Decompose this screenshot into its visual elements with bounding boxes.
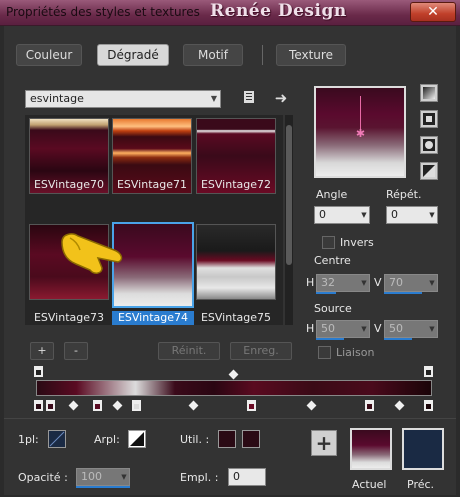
title-bar: Propriétés des styles et textures Renée …: [0, 0, 460, 26]
center-label: Centre: [314, 254, 351, 267]
arpl-label: Arpl:: [94, 433, 120, 446]
link-checkbox[interactable]: [318, 346, 331, 359]
color-stop-1[interactable]: [33, 399, 44, 412]
divider: [4, 418, 456, 419]
watermark: Renée Design: [210, 1, 347, 21]
chevron-down-icon: ▼: [210, 94, 217, 103]
angle-value: 0: [319, 208, 326, 221]
arpl-swatch[interactable]: [128, 430, 146, 448]
center-v-slider[interactable]: [384, 292, 422, 294]
source-h-spinner[interactable]: 50 ▼: [316, 320, 370, 338]
color-stop-2[interactable]: [45, 399, 56, 412]
opacity-stop-right[interactable]: [423, 365, 434, 378]
one-pl-label: 1pl:: [18, 433, 39, 446]
remove-gradient-button[interactable]: -: [64, 342, 88, 360]
source-h-slider[interactable]: [316, 338, 344, 340]
opacity-stop-left[interactable]: [33, 365, 44, 378]
util-label: Util. :: [180, 433, 210, 446]
repeat-label: Répét.: [386, 188, 422, 201]
center-h-slider[interactable]: [316, 292, 336, 294]
center-v-label: V: [374, 276, 382, 289]
gradient-label-71: ESVintage71: [116, 178, 188, 191]
actual-label: Actuel: [352, 478, 387, 491]
gradient-scrollbar[interactable]: [285, 115, 293, 325]
save-button[interactable]: Enreg.: [230, 342, 292, 360]
color-stop-4[interactable]: [131, 399, 142, 412]
close-button[interactable]: ✕: [410, 2, 456, 22]
tab-motif[interactable]: Motif: [183, 44, 243, 66]
util-swatch-2[interactable]: [242, 430, 260, 448]
gradient-preview[interactable]: ✱: [314, 86, 406, 178]
sunburst-style-icon[interactable]: [420, 162, 438, 180]
invert-checkbox[interactable]: [322, 236, 335, 249]
arrow-right-icon[interactable]: ➜: [272, 89, 290, 107]
hand-pointer-icon: [58, 228, 128, 281]
source-v-slider[interactable]: [384, 338, 412, 340]
chevron-down-icon[interactable]: ▼: [359, 321, 369, 337]
gradient-label-73: ESVintage73: [33, 311, 105, 324]
center-h-spinner[interactable]: 32 ▼: [316, 274, 370, 292]
color-stop-3[interactable]: [92, 399, 103, 412]
empl-label: Empl. :: [180, 471, 219, 484]
center-h-label: H: [306, 276, 315, 289]
link-label: Liaison: [336, 346, 375, 359]
add-gradient-button[interactable]: +: [30, 342, 54, 360]
source-v-label: V: [374, 322, 382, 335]
center-v-value: 70: [389, 276, 403, 289]
opacity-spinner[interactable]: 100 ▼: [76, 468, 130, 486]
tab-degrade[interactable]: Dégradé: [97, 44, 169, 66]
source-v-value: 50: [389, 322, 403, 335]
chevron-down-icon[interactable]: ▼: [359, 207, 369, 223]
chevron-down-icon[interactable]: ▼: [427, 321, 437, 337]
tab-couleur[interactable]: Couleur: [16, 44, 82, 66]
chevron-down-icon[interactable]: ▼: [359, 275, 369, 291]
angle-spinner[interactable]: 0 ▼: [314, 206, 370, 224]
center-h-value: 32: [321, 276, 335, 289]
color-stop-5[interactable]: [246, 399, 257, 412]
previous-swatch[interactable]: [402, 428, 444, 470]
chevron-down-icon[interactable]: ▼: [427, 275, 437, 291]
repeat-value: 0: [391, 208, 398, 221]
invert-label: Invers: [340, 236, 374, 249]
color-stop-7[interactable]: [423, 399, 434, 412]
gradient-select-value: esvintage: [30, 92, 84, 105]
previous-label: Préc.: [407, 478, 435, 491]
source-h-value: 50: [321, 322, 335, 335]
center-v-spinner[interactable]: 70 ▼: [384, 274, 438, 292]
tab-separator: [262, 45, 263, 65]
gradient-label-72: ESVintage72: [200, 178, 272, 191]
center-marker-icon[interactable]: ✱: [355, 128, 366, 139]
rectangular-style-icon[interactable]: [420, 110, 438, 128]
opacity-slider[interactable]: [76, 486, 130, 488]
gradient-label-75: ESVintage75: [200, 311, 272, 324]
angle-label: Angle: [316, 188, 348, 201]
source-label: Source: [314, 302, 352, 315]
color-stop-6[interactable]: [364, 399, 375, 412]
actual-swatch[interactable]: [350, 428, 392, 470]
opacity-value: 100: [81, 470, 102, 483]
source-v-spinner[interactable]: 50 ▼: [384, 320, 438, 338]
gradient-list-icon[interactable]: [240, 90, 258, 108]
gradient-thumb-75[interactable]: [196, 224, 276, 300]
linear-style-icon[interactable]: [420, 84, 438, 102]
empl-value: 0: [233, 470, 240, 483]
gradient-select[interactable]: esvintage ▼: [25, 90, 221, 108]
gradient-ruler[interactable]: [36, 380, 432, 396]
gradient-label-74: ESVintage74: [112, 311, 194, 325]
tab-texture[interactable]: Texture: [276, 44, 346, 66]
gradient-label-70: ESVintage70: [33, 178, 105, 191]
chevron-down-icon[interactable]: ▼: [427, 207, 437, 223]
source-h-label: H: [306, 322, 315, 335]
repeat-spinner[interactable]: 0 ▼: [386, 206, 438, 224]
opacity-label: Opacité :: [18, 471, 68, 484]
empl-input[interactable]: 0: [228, 468, 266, 486]
one-pl-swatch[interactable]: [48, 430, 66, 448]
util-swatch-1[interactable]: [218, 430, 236, 448]
window-title: Propriétés des styles et textures: [6, 5, 200, 19]
radial-style-icon[interactable]: [420, 136, 438, 154]
add-plus-button[interactable]: +: [311, 430, 337, 456]
chevron-down-icon[interactable]: ▼: [119, 469, 129, 485]
scrollbar-thumb[interactable]: [286, 125, 292, 265]
reinit-button[interactable]: Réinit.: [158, 342, 220, 360]
